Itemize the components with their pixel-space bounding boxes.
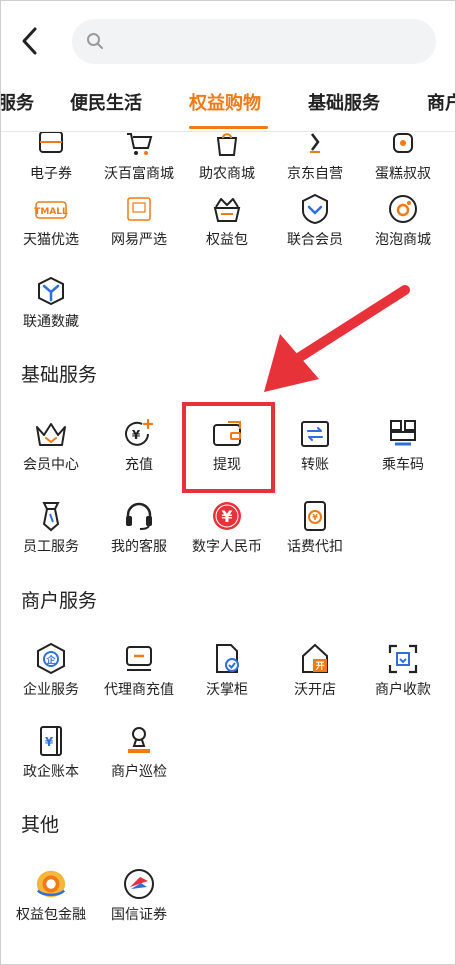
recharge-icon: ¥ bbox=[122, 417, 156, 451]
grid-item-coupon[interactable]: 电子券 bbox=[5, 132, 97, 196]
grid-item-recharge[interactable]: ¥ 充值 bbox=[93, 417, 185, 487]
tmall-icon: TMALL bbox=[34, 192, 68, 226]
svg-text:¥: ¥ bbox=[45, 735, 54, 749]
grid-item-bubble-mall[interactable]: 泡泡商城 bbox=[357, 192, 449, 262]
grid-item-wo-manager[interactable]: 沃掌柜 bbox=[181, 642, 273, 712]
grid-item-tmall[interactable]: TMALL 天猫优选 bbox=[5, 192, 97, 262]
svg-text:开: 开 bbox=[315, 661, 324, 672]
grid-item-digital-collection[interactable]: 联通数藏 bbox=[5, 274, 97, 344]
grid-item-wo-open-store[interactable]: 开 沃开店 bbox=[269, 642, 361, 712]
bus-code-icon bbox=[386, 417, 420, 451]
jd-icon bbox=[298, 132, 332, 160]
headset-icon bbox=[122, 499, 156, 533]
grid-item-netease[interactable]: 网易严选 bbox=[93, 192, 185, 262]
cube-icon bbox=[34, 274, 68, 308]
shield-chevron-icon bbox=[298, 192, 332, 226]
farm-bag-icon bbox=[210, 132, 244, 160]
grid-item-gov-ledger[interactable]: ¥ 政企账本 bbox=[5, 724, 97, 794]
phone-bill-icon: ¥ bbox=[298, 499, 332, 533]
grid-item-merchant-inspect[interactable]: 商户巡检 bbox=[93, 724, 185, 794]
top-bar bbox=[0, 0, 456, 80]
coupon-icon bbox=[34, 132, 68, 160]
tab-merchant[interactable]: 商户 bbox=[427, 89, 456, 115]
svg-text:¥: ¥ bbox=[221, 507, 232, 526]
grid-item-rights-finance[interactable]: 权益包金融 bbox=[5, 867, 97, 937]
grid-item-label: 商户巡检 bbox=[111, 764, 167, 780]
category-tabs: 服务 便民生活 权益购物 基础服务 商户 bbox=[0, 80, 456, 132]
open-store-icon: 开 bbox=[298, 642, 332, 676]
crown-icon bbox=[34, 417, 68, 451]
grid-item-transfer[interactable]: 转账 bbox=[269, 417, 361, 487]
scan-collect-icon bbox=[386, 642, 420, 676]
service-grid: 电子券 沃百富商城 助农商城 京东自营 蛋糕叔叔 TMALL 天猫优选 网易严选… bbox=[0, 132, 456, 965]
grid-item-rights-pack[interactable]: 权益包 bbox=[181, 192, 273, 262]
section-title-merchant: 商户服务 bbox=[21, 590, 98, 612]
wallet-icon bbox=[210, 417, 244, 451]
grid-item-label: 商户收款 bbox=[375, 682, 431, 698]
back-arrow-icon bbox=[22, 27, 37, 55]
svg-text:¥: ¥ bbox=[312, 513, 318, 522]
section-title-basic: 基础服务 bbox=[21, 364, 98, 386]
grid-item-label: 话费代扣 bbox=[287, 539, 343, 555]
svg-text:企: 企 bbox=[45, 654, 56, 666]
grid-item-label: 联通数藏 bbox=[23, 314, 79, 330]
back-button[interactable] bbox=[14, 24, 44, 58]
grid-item-employee-service[interactable]: 员工服务 bbox=[5, 499, 97, 569]
search-input[interactable] bbox=[72, 19, 436, 64]
grid-item-label: 国信证券 bbox=[111, 907, 167, 923]
grid-item-label: 泡泡商城 bbox=[375, 232, 431, 248]
svg-text:¥: ¥ bbox=[132, 428, 141, 442]
search-icon bbox=[87, 33, 103, 49]
grid-item-merchant-collect[interactable]: 商户收款 bbox=[357, 642, 449, 712]
grid-item-jd[interactable]: 京东自营 bbox=[269, 132, 361, 196]
transfer-icon bbox=[298, 417, 332, 451]
section-title-other: 其他 bbox=[21, 814, 60, 836]
grid-item-wobaifu[interactable]: 沃百富商城 bbox=[93, 132, 185, 196]
grid-item-bus-code[interactable]: 乘车码 bbox=[357, 417, 449, 487]
ledger-icon: ¥ bbox=[34, 724, 68, 758]
grid-item-guosen-securities[interactable]: 国信证券 bbox=[93, 867, 185, 937]
grid-item-joint-member[interactable]: 联合会员 bbox=[269, 192, 361, 262]
grid-item-customer-service[interactable]: 我的客服 bbox=[93, 499, 185, 569]
active-tab-indicator bbox=[189, 126, 268, 129]
grid-item-enterprise-service[interactable]: 企 企业服务 bbox=[5, 642, 97, 712]
tab-services[interactable]: 服务 bbox=[0, 89, 34, 115]
ecny-icon: ¥ bbox=[210, 499, 244, 533]
svg-text:TMALL: TMALL bbox=[34, 207, 68, 217]
cart-icon bbox=[122, 132, 156, 160]
tab-basic-services[interactable]: 基础服务 bbox=[308, 89, 380, 115]
grid-item-farm-mall[interactable]: 助农商城 bbox=[181, 132, 273, 196]
tab-convenience[interactable]: 便民生活 bbox=[70, 89, 142, 115]
manager-icon bbox=[210, 642, 244, 676]
finance-coin-icon bbox=[34, 867, 68, 901]
grid-item-label: 乘车码 bbox=[382, 457, 424, 473]
grid-item-withdraw[interactable]: 提现 bbox=[181, 417, 273, 487]
inspect-icon bbox=[122, 724, 156, 758]
grid-item-phone-bill[interactable]: ¥ 话费代扣 bbox=[269, 499, 361, 569]
enterprise-icon: 企 bbox=[34, 642, 68, 676]
cake-icon bbox=[386, 132, 420, 160]
grid-item-label: 蛋糕叔叔 bbox=[375, 166, 431, 182]
netease-icon bbox=[122, 192, 156, 226]
securities-icon bbox=[122, 867, 156, 901]
tab-shopping[interactable]: 权益购物 bbox=[189, 89, 261, 115]
grid-item-member-center[interactable]: 会员中心 bbox=[5, 417, 97, 487]
bubble-icon bbox=[386, 192, 420, 226]
grid-item-ecny[interactable]: ¥ 数字人民币 bbox=[181, 499, 273, 569]
agent-recharge-icon bbox=[122, 642, 156, 676]
grid-item-agent-recharge[interactable]: 代理商充值 bbox=[93, 642, 185, 712]
crown-basket-icon bbox=[210, 192, 244, 226]
tie-icon bbox=[34, 499, 68, 533]
grid-item-cake-uncle[interactable]: 蛋糕叔叔 bbox=[357, 132, 449, 196]
